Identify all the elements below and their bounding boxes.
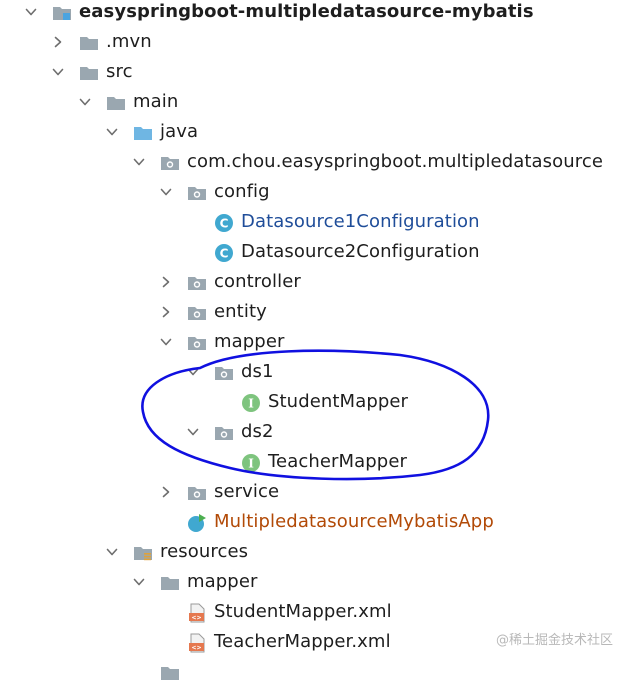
tree-node-label: controller <box>214 271 301 292</box>
xml-badge-text: <> <box>191 615 201 622</box>
tree-node-label: mapper <box>214 331 285 352</box>
tree-node-label: Datasource2Configuration <box>241 241 480 262</box>
tree-node-java[interactable]: java <box>0 118 631 148</box>
tree-node-main[interactable]: main <box>0 88 631 118</box>
chevron-down-icon[interactable] <box>132 575 146 589</box>
package-icon <box>187 333 207 353</box>
tree-node-resources[interactable]: resources <box>0 538 631 568</box>
tree-node-src[interactable]: src <box>0 58 631 88</box>
chevron-right-icon[interactable] <box>159 305 173 319</box>
folder-icon <box>160 573 180 593</box>
folder-icon <box>79 33 99 53</box>
tree-node-project-root[interactable]: easyspringboot-multipledatasource-mybati… <box>0 0 631 28</box>
tree-node-label: .mvn <box>106 31 152 52</box>
tree-node-mapper[interactable]: mapper <box>0 328 631 358</box>
source-folder-icon <box>133 123 153 143</box>
tree-node-cut-off <box>0 658 631 688</box>
package-icon <box>214 423 234 443</box>
tree-node-label: Datasource1Configuration <box>241 211 480 232</box>
package-icon <box>187 183 207 203</box>
tree-node-label: src <box>106 61 133 82</box>
package-icon <box>160 153 180 173</box>
tree-node-label: mapper <box>187 571 258 592</box>
tree-node-config[interactable]: config <box>0 178 631 208</box>
chevron-down-icon[interactable] <box>105 125 119 139</box>
chevron-down-icon[interactable] <box>159 185 173 199</box>
chevron-down-icon[interactable] <box>159 335 173 349</box>
tree-node-label: config <box>214 181 270 202</box>
tree-node-ds1[interactable]: ds1 <box>0 358 631 388</box>
project-tree: easyspringboot-multipledatasource-mybati… <box>0 0 631 666</box>
spring-boot-app-icon <box>187 513 207 533</box>
folder-icon <box>106 93 126 113</box>
interface-icon: I <box>241 453 261 473</box>
package-icon <box>187 303 207 323</box>
chevron-right-icon[interactable] <box>159 485 173 499</box>
tree-node-label: StudentMapper <box>268 391 409 412</box>
tree-node-label: StudentMapper.xml <box>214 601 392 622</box>
tree-node-resources-mapper[interactable]: mapper <box>0 568 631 598</box>
project-name: easyspringboot-multipledatasource-mybati… <box>79 1 534 22</box>
tree-node-label: service <box>214 481 280 502</box>
class-badge-letter: C <box>220 247 229 261</box>
tree-node-label: resources <box>160 541 249 562</box>
chevron-down-icon[interactable] <box>24 5 38 19</box>
folder-icon <box>160 663 180 683</box>
chevron-down-icon[interactable] <box>105 545 119 559</box>
tree-node-label: ds2 <box>241 421 274 442</box>
folder-icon <box>79 63 99 83</box>
tree-node-entity[interactable]: entity <box>0 298 631 328</box>
tree-node-label: ds1 <box>241 361 274 382</box>
chevron-down-icon[interactable] <box>78 95 92 109</box>
resources-folder-icon <box>133 543 153 563</box>
xml-file-icon: <> <box>187 633 207 653</box>
xml-badge-text: <> <box>191 645 201 652</box>
chevron-right-icon[interactable] <box>51 35 65 49</box>
interface-badge-letter: I <box>248 457 254 471</box>
tree-node-datasource1-configuration[interactable]: C Datasource1Configuration <box>0 208 631 238</box>
tree-node-label: entity <box>214 301 267 322</box>
chevron-down-icon[interactable] <box>132 155 146 169</box>
interface-badge-letter: I <box>248 397 254 411</box>
chevron-down-icon[interactable] <box>186 365 200 379</box>
interface-icon: I <box>241 393 261 413</box>
package-icon <box>214 363 234 383</box>
chevron-down-icon[interactable] <box>186 425 200 439</box>
tree-node-service[interactable]: service <box>0 478 631 508</box>
package-icon <box>187 273 207 293</box>
tree-node-label: com.chou.easyspringboot.multipledatasour… <box>187 151 604 172</box>
tree-node-label: main <box>133 91 179 112</box>
class-icon: C <box>214 243 234 263</box>
xml-file-icon: <> <box>187 603 207 623</box>
tree-node-student-mapper[interactable]: I StudentMapper <box>0 388 631 418</box>
tree-node-package[interactable]: com.chou.easyspringboot.multipledatasour… <box>0 148 631 178</box>
project-folder-icon <box>52 3 72 23</box>
chevron-right-icon[interactable] <box>159 275 173 289</box>
class-icon: C <box>214 213 234 233</box>
tree-node-student-mapper-xml[interactable]: <> StudentMapper.xml <box>0 598 631 628</box>
tree-node-teacher-mapper[interactable]: I TeacherMapper <box>0 448 631 478</box>
tree-node-label: MultipledatasourceMybatisApp <box>214 511 494 532</box>
tree-node-label: java <box>160 121 199 142</box>
watermark: @稀土掘金技术社区 <box>495 633 613 648</box>
tree-node-mvn[interactable]: .mvn <box>0 28 631 58</box>
tree-node-label: TeacherMapper.xml <box>214 631 391 652</box>
class-badge-letter: C <box>220 217 229 231</box>
package-icon <box>187 483 207 503</box>
chevron-down-icon[interactable] <box>51 65 65 79</box>
tree-node-label: TeacherMapper <box>268 451 408 472</box>
tree-node-controller[interactable]: controller <box>0 268 631 298</box>
tree-node-ds2[interactable]: ds2 <box>0 418 631 448</box>
tree-node-application-class[interactable]: MultipledatasourceMybatisApp <box>0 508 631 538</box>
tree-node-datasource2-configuration[interactable]: C Datasource2Configuration <box>0 238 631 268</box>
